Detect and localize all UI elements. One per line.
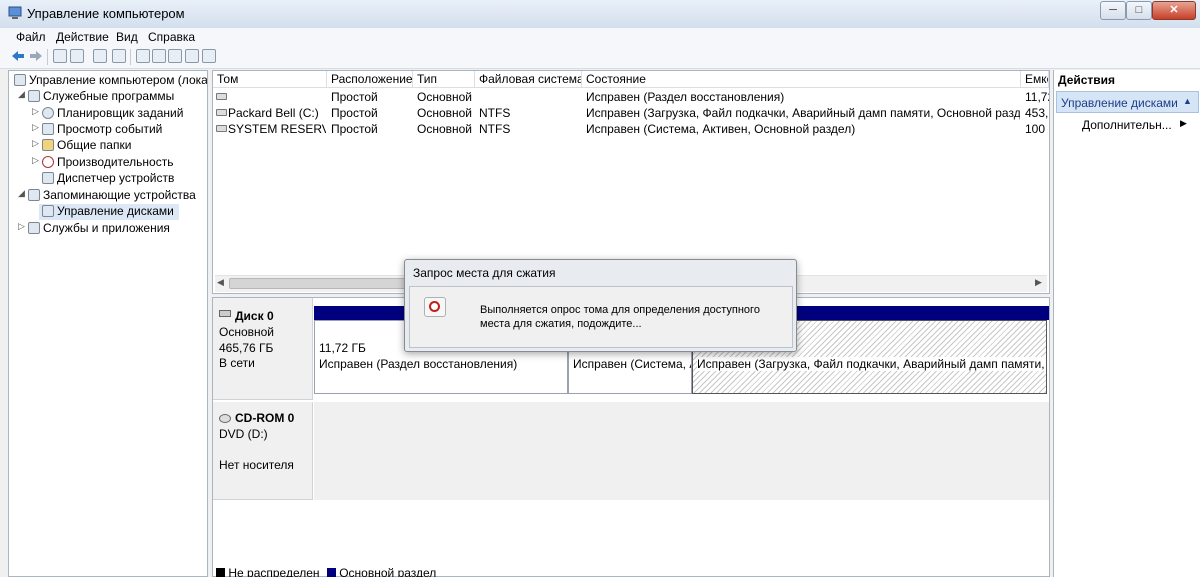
up-folder-icon[interactable] [53, 49, 67, 63]
toolbar [0, 46, 1200, 69]
computer-management-icon [8, 6, 22, 20]
legend-primary-label: Основной раздел [339, 568, 437, 577]
services-icon [28, 222, 40, 234]
performance-icon [42, 156, 54, 168]
hard-disk-icon [219, 310, 231, 317]
tree-item-shared-folders[interactable]: ▷ Общие папки [9, 138, 207, 154]
tree-item-device-manager[interactable]: Диспетчер устройств [9, 171, 207, 187]
cdrom-0-header[interactable]: CD-ROM 0 DVD (D:) Нет носителя [213, 402, 313, 500]
toolbar-separator [130, 49, 131, 65]
menu-help[interactable]: Справка [148, 30, 195, 44]
actions-group-disk-management[interactable]: Управление дисками ▲ [1056, 91, 1199, 113]
collapse-arrow-icon[interactable]: ▷ [32, 122, 39, 133]
stopwatch-icon [424, 297, 446, 317]
column-header-status[interactable]: Состояние [582, 71, 1021, 88]
tree-item-disk-management[interactable]: Управление дисками [39, 204, 179, 220]
column-header-volume[interactable]: Том [213, 71, 327, 88]
refresh-icon[interactable] [136, 49, 150, 63]
forward-arrow-icon[interactable] [29, 49, 43, 63]
toolbar-separator [47, 49, 48, 65]
legend-primary-swatch [326, 568, 336, 577]
actions-more[interactable]: Дополнительн... ▶ [1082, 118, 1198, 134]
tree-item-task-scheduler[interactable]: ▷ Планировщик заданий [9, 106, 207, 122]
disk-0-type: Основной [219, 325, 275, 339]
submenu-arrow-icon: ▶ [1180, 118, 1187, 128]
disk-0-size: 465,76 ГБ [219, 341, 274, 355]
collapse-up-icon[interactable]: ▲ [1183, 96, 1192, 106]
cd-rom-icon [219, 414, 231, 423]
disk-management-icon [42, 205, 54, 217]
tree-item-performance[interactable]: ▷ Производительность [9, 155, 207, 171]
volume-icon [216, 125, 227, 132]
collapse-arrow-icon[interactable]: ▷ [32, 155, 39, 166]
disk-0-header[interactable]: Диск 0 Основной 465,76 ГБ В сети [213, 298, 313, 400]
help-icon[interactable] [93, 49, 107, 63]
menu-action[interactable]: Действие [56, 30, 109, 44]
event-viewer-icon [42, 123, 54, 135]
tree-item-system-tools[interactable]: ◢ Служебные программы [9, 89, 207, 105]
column-header-type[interactable]: Тип [413, 71, 475, 88]
dialog-message-line-1: Выполняется опрос тома для определения д… [480, 304, 760, 316]
actions-title: Действия [1058, 73, 1116, 87]
actions-pane: Действия Управление дисками ▲ Дополнител… [1053, 70, 1200, 577]
tree-item-root[interactable]: Управление компьютером (локал [9, 73, 207, 89]
navigation-tree: Управление компьютером (локал ◢ Служебны… [8, 70, 208, 577]
dialog-body: Выполняется опрос тома для определения д… [409, 286, 793, 348]
legend: Не распределен Основной раздел [216, 568, 616, 577]
tree-item-services[interactable]: ▷ Службы и приложения [9, 221, 207, 237]
collapse-arrow-icon[interactable]: ▷ [32, 106, 39, 117]
dialog-message-line-2: места для сжатия, подождите... [480, 318, 642, 330]
cdrom-0-area [314, 402, 1049, 500]
disk-0-status: В сети [219, 356, 255, 370]
back-arrow-icon[interactable] [11, 49, 25, 63]
tree-item-storage[interactable]: ◢ Запоминающие устройства [9, 188, 207, 204]
clock-icon [42, 107, 54, 119]
menu-view[interactable]: Вид [116, 30, 138, 44]
search-icon[interactable] [185, 49, 199, 63]
column-header-capacity[interactable]: Емкс [1021, 71, 1049, 88]
maximize-button[interactable]: □ [1126, 1, 1152, 20]
cdrom-0-name: CD-ROM 0 [235, 411, 295, 425]
menu-bar: Файл Действие Вид Справка [0, 28, 1200, 46]
open-icon[interactable] [168, 49, 182, 63]
volume-icon [216, 109, 227, 116]
dialog-title: Запрос места для сжатия [413, 266, 556, 280]
properties-icon[interactable] [112, 49, 126, 63]
window-title: Управление компьютером [27, 6, 185, 21]
collapse-arrow-icon[interactable]: ▷ [32, 138, 39, 149]
tree-item-event-viewer[interactable]: ▷ Просмотр событий [9, 122, 207, 138]
device-manager-icon [42, 172, 54, 184]
console-icon[interactable] [202, 49, 216, 63]
show-tree-icon[interactable] [70, 49, 84, 63]
shrink-query-dialog: Запрос места для сжатия Выполняется опро… [404, 259, 797, 352]
tools-icon [28, 90, 40, 102]
column-header-filesystem[interactable]: Файловая система [475, 71, 582, 88]
scroll-right-icon[interactable]: ▶ [1035, 277, 1042, 288]
cdrom-0-status: Нет носителя [219, 458, 294, 472]
disk-0-name: Диск 0 [235, 309, 274, 323]
computer-management-icon [14, 74, 26, 86]
legend-unallocated-swatch [216, 568, 225, 577]
volume-icon [216, 93, 227, 100]
close-button[interactable]: ✕ [1152, 1, 1196, 20]
title-bar: Управление компьютером ─ □ ✕ [0, 0, 1200, 29]
menu-file[interactable]: Файл [16, 30, 46, 44]
legend-unallocated-label: Не распределен [228, 568, 320, 577]
column-header-layout[interactable]: Расположение [327, 71, 413, 88]
collapse-arrow-icon[interactable]: ▷ [18, 221, 25, 232]
expand-arrow-icon[interactable]: ◢ [18, 89, 25, 100]
expand-arrow-icon[interactable]: ◢ [18, 188, 25, 199]
cdrom-0-drive: DVD (D:) [219, 427, 268, 441]
minimize-button[interactable]: ─ [1100, 1, 1126, 20]
shared-folder-icon [42, 139, 54, 151]
storage-icon [28, 189, 40, 201]
export-icon[interactable] [152, 49, 166, 63]
scroll-left-icon[interactable]: ◀ [217, 277, 224, 288]
